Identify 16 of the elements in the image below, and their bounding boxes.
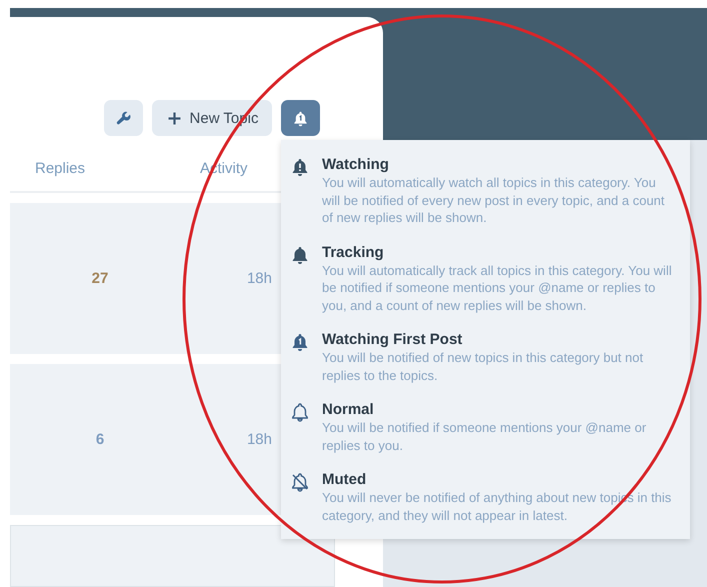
option-title: Watching	[322, 156, 390, 174]
wrench-button[interactable]	[104, 100, 143, 136]
bell-icon	[292, 110, 309, 126]
bell-icon	[290, 244, 310, 264]
reply-count: 6	[96, 430, 104, 448]
option-title: Normal	[322, 401, 375, 419]
plus-icon	[166, 110, 183, 126]
option-title: Tracking	[322, 244, 385, 262]
reply-count: 27	[92, 270, 108, 287]
bell-slash-icon	[290, 472, 310, 492]
notification-button[interactable]	[281, 100, 320, 136]
bell-outline-icon	[290, 402, 310, 422]
bell-icon	[290, 157, 310, 177]
wrench-icon	[115, 110, 132, 126]
option-title: Muted	[322, 471, 368, 489]
bell-icon	[290, 332, 310, 352]
